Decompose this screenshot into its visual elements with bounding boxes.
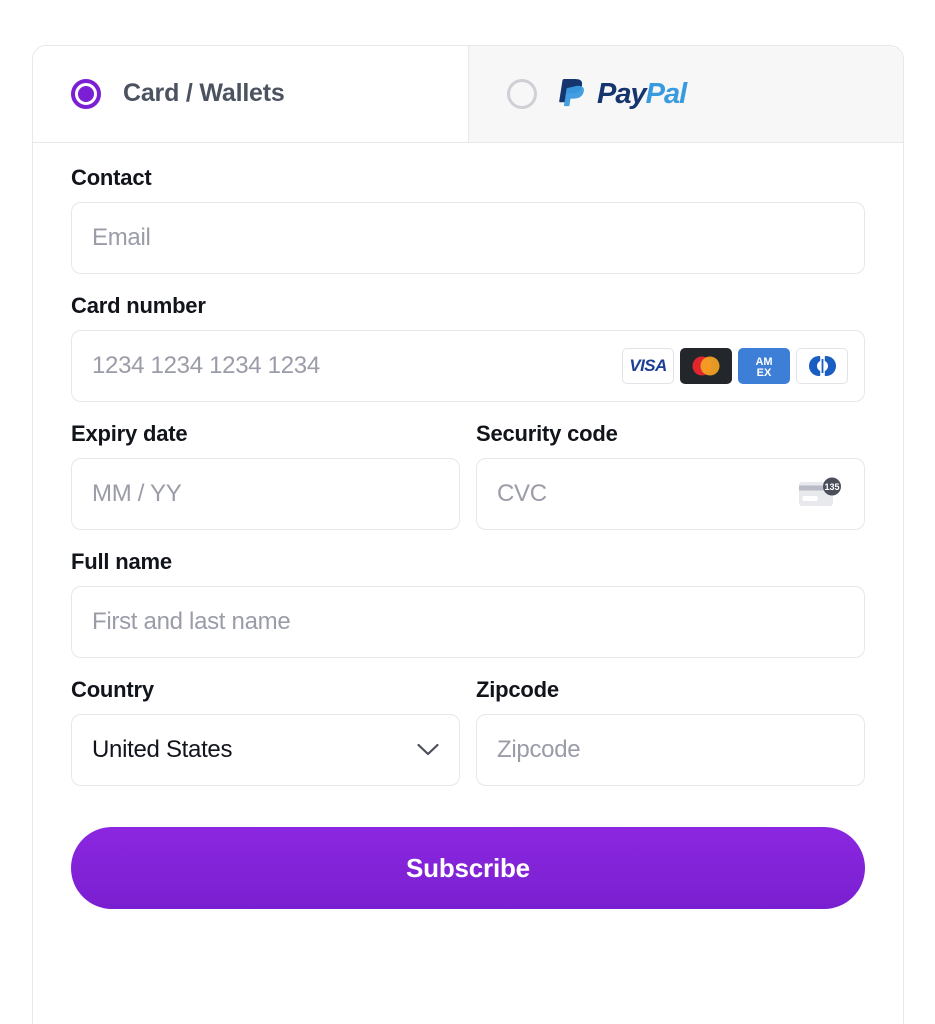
full-name-label: Full name bbox=[71, 549, 172, 574]
svg-text:EX: EX bbox=[757, 367, 772, 379]
security-code-input[interactable]: CVC 135 bbox=[476, 458, 865, 530]
full-name-input[interactable]: First and last name bbox=[71, 586, 865, 658]
subscribe-button[interactable]: Subscribe bbox=[71, 827, 865, 909]
card-number-input[interactable]: 1234 1234 1234 1234 VISA AM EX bbox=[71, 330, 865, 402]
expiry-input[interactable]: MM / YY bbox=[71, 458, 460, 530]
radio-unselected-icon[interactable] bbox=[507, 79, 537, 109]
cvc-card-glyph: 135 bbox=[799, 477, 841, 506]
tab-card-wallets[interactable]: Card / Wallets bbox=[33, 46, 468, 142]
chevron-down-glyph bbox=[417, 743, 439, 756]
email-placeholder: Email bbox=[92, 224, 151, 251]
amex-icon: AM EX bbox=[738, 348, 790, 384]
field-country: Country United States bbox=[71, 677, 460, 786]
mastercard-icon bbox=[680, 348, 732, 384]
email-input[interactable]: Email bbox=[71, 202, 865, 274]
expiry-label: Expiry date bbox=[71, 421, 188, 446]
field-zipcode: Zipcode Zipcode bbox=[476, 677, 865, 786]
paypal-logo: Pay Pal bbox=[559, 77, 688, 111]
visa-icon-text: VISA bbox=[629, 356, 667, 375]
field-card-number: Card number 1234 1234 1234 1234 VISA AM … bbox=[71, 293, 865, 402]
zipcode-placeholder: Zipcode bbox=[497, 736, 581, 763]
full-name-placeholder: First and last name bbox=[92, 608, 291, 635]
field-security-code: Security code CVC 135 bbox=[476, 421, 865, 530]
expiry-security-row: Expiry date MM / YY Security code CVC 13… bbox=[71, 421, 865, 530]
country-selected-value: United States bbox=[92, 736, 233, 763]
field-expiry: Expiry date MM / YY bbox=[71, 421, 460, 530]
payment-card-panel: Card / Wallets Pay Pal Contact Email Car… bbox=[32, 45, 904, 1024]
field-contact: Contact Email bbox=[71, 165, 865, 274]
paypal-glyph-icon bbox=[559, 79, 584, 107]
visa-icon: VISA bbox=[622, 348, 674, 384]
amex-lettering: AM EX bbox=[755, 356, 772, 379]
mastercard-circles bbox=[692, 356, 720, 376]
country-select[interactable]: United States bbox=[71, 714, 460, 786]
zipcode-input[interactable]: Zipcode bbox=[476, 714, 865, 786]
cvc-hint-icon: 135 bbox=[798, 476, 846, 512]
paypal-wordmark-pal: Pal bbox=[645, 77, 688, 110]
submit-row: Subscribe bbox=[71, 805, 865, 909]
country-label: Country bbox=[71, 677, 154, 702]
paypal-wordmark-pay: Pay bbox=[597, 77, 647, 110]
security-code-label: Security code bbox=[476, 421, 618, 446]
tab-card-wallets-label: Card / Wallets bbox=[123, 79, 285, 107]
tab-paypal[interactable]: Pay Pal bbox=[468, 46, 903, 142]
payment-method-tabs: Card / Wallets Pay Pal bbox=[33, 46, 903, 143]
country-zipcode-row: Country United States Zipcode Zipcode bbox=[71, 677, 865, 786]
cvc-hint-digits: 135 bbox=[824, 482, 839, 492]
security-code-placeholder: CVC bbox=[497, 480, 547, 507]
diners-club-icon bbox=[796, 348, 848, 384]
card-brand-icons: VISA AM EX bbox=[622, 348, 848, 384]
chevron-down-icon[interactable] bbox=[417, 743, 439, 757]
zipcode-label: Zipcode bbox=[476, 677, 559, 702]
field-full-name: Full name First and last name bbox=[71, 549, 865, 658]
expiry-placeholder: MM / YY bbox=[92, 480, 182, 507]
radio-selected-icon[interactable] bbox=[71, 78, 101, 109]
payment-form: Contact Email Card number 1234 1234 1234… bbox=[33, 143, 903, 909]
checkout-page: Card / Wallets Pay Pal Contact Email Car… bbox=[0, 0, 935, 1024]
card-number-placeholder: 1234 1234 1234 1234 bbox=[92, 352, 320, 379]
diners-club-mark bbox=[809, 355, 836, 377]
contact-label: Contact bbox=[71, 165, 152, 190]
card-number-label: Card number bbox=[71, 293, 206, 318]
